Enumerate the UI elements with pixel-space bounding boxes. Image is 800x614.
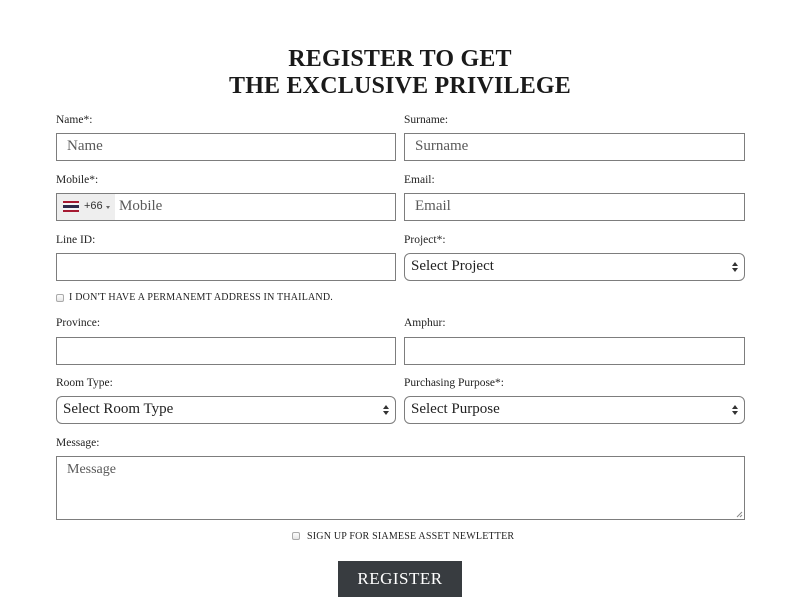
- province-label: Province:: [56, 317, 101, 329]
- email-placeholder: Email: [415, 198, 451, 214]
- resize-grip-icon[interactable]: [736, 511, 743, 518]
- register-button[interactable]: REGISTER: [338, 561, 462, 597]
- country-code-dropdown[interactable]: +66: [57, 194, 115, 220]
- line-id-label: Line ID:: [56, 234, 96, 246]
- newsletter-checkbox[interactable]: [292, 532, 300, 540]
- select-arrows-icon: [732, 405, 738, 415]
- chevron-down-icon: [106, 206, 110, 209]
- room-type-select[interactable]: Select Room Type: [56, 396, 396, 424]
- surname-label: Surname:: [404, 114, 449, 126]
- no-address-label: I DON'T HAVE A PERMANEMT ADDRESS IN THAI…: [69, 292, 333, 303]
- message-label: Message:: [56, 437, 100, 449]
- purpose-select[interactable]: Select Purpose: [404, 396, 745, 424]
- surname-input[interactable]: Surname: [404, 133, 745, 161]
- select-arrows-icon: [383, 405, 389, 415]
- project-selected: Select Project: [411, 258, 494, 274]
- room-type-label: Room Type:: [56, 377, 113, 389]
- province-input[interactable]: [56, 337, 396, 365]
- email-label: Email:: [404, 174, 435, 186]
- line-id-input[interactable]: [56, 253, 396, 281]
- name-placeholder: Name: [67, 138, 103, 154]
- select-arrows-icon: [732, 262, 738, 272]
- message-placeholder: Message: [67, 462, 116, 477]
- name-label: Name*:: [56, 114, 93, 126]
- project-label: Project*:: [404, 234, 446, 246]
- mobile-placeholder: Mobile: [119, 198, 163, 214]
- project-select[interactable]: Select Project: [404, 253, 745, 281]
- title-line-2: THE EXCLUSIVE PRIVILEGE: [228, 73, 572, 99]
- title-line-1: REGISTER TO GET: [288, 46, 512, 72]
- purpose-label: Purchasing Purpose*:: [404, 377, 504, 389]
- amphur-input[interactable]: [404, 337, 745, 365]
- no-address-checkbox[interactable]: [56, 294, 64, 302]
- newsletter-label: SIGN UP FOR SIAMESE ASSET NEWLETTER: [307, 531, 515, 542]
- amphur-label: Amphur:: [404, 317, 446, 329]
- email-input[interactable]: Email: [404, 193, 745, 221]
- purpose-selected: Select Purpose: [411, 401, 500, 417]
- room-type-selected: Select Room Type: [63, 401, 174, 417]
- page-title: REGISTER TO GET THE EXCLUSIVE PRIVILEGE: [0, 46, 800, 100]
- country-code: +66: [84, 200, 103, 212]
- mobile-input[interactable]: +66 Mobile: [56, 193, 396, 221]
- surname-placeholder: Surname: [415, 138, 469, 154]
- name-input[interactable]: Name: [56, 133, 396, 161]
- thailand-flag-icon: [63, 201, 79, 212]
- mobile-label: Mobile*:: [56, 174, 99, 186]
- message-textarea[interactable]: Message: [56, 456, 745, 520]
